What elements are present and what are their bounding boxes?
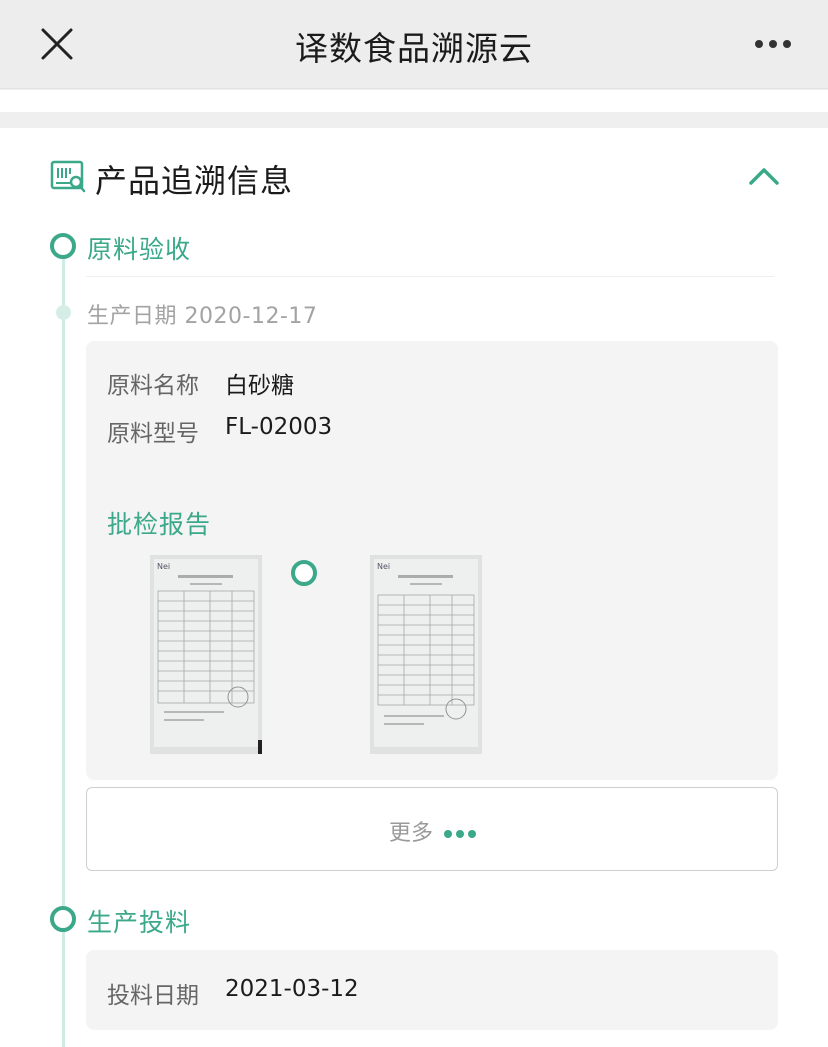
more-label: 更多: [389, 821, 434, 846]
material-name-value: 白砂糖: [225, 373, 294, 399]
more-button[interactable]: 更多: [86, 787, 778, 871]
stage-title-receiving: 原料验收: [87, 235, 192, 264]
image-loading-indicator: [291, 560, 317, 586]
barcode-search-icon: [50, 160, 86, 194]
top-nav-bar: 译数食品溯源云: [0, 0, 828, 89]
material-model-value: FL-02003: [225, 414, 333, 440]
feeding-date-label: 投料日期: [107, 983, 199, 1009]
more-dots-icon: [444, 823, 480, 842]
section-title: 产品追溯信息: [95, 162, 294, 200]
report-image-2[interactable]: Nei: [370, 555, 482, 754]
timeline-node-feeding: [50, 906, 76, 932]
report-image-1[interactable]: Nei: [150, 555, 262, 754]
report-title: 批检报告: [107, 510, 212, 539]
more-horizontal-icon[interactable]: [752, 36, 794, 52]
svg-text:Nei: Nei: [377, 562, 390, 571]
chevron-up-icon[interactable]: [748, 164, 780, 188]
production-date-value: 2020-12-17: [184, 304, 318, 329]
page-title: 译数食品溯源云: [295, 29, 533, 68]
feeding-date-value: 2021-03-12: [225, 976, 359, 1002]
production-date-label: 生产日期: [87, 304, 178, 329]
svg-text:Nei: Nei: [157, 562, 170, 571]
timeline-subnode: [56, 305, 71, 320]
material-model-label: 原料型号: [107, 421, 199, 447]
material-name-label: 原料名称: [107, 373, 199, 399]
timeline-node-receiving: [50, 233, 76, 259]
divider: [86, 276, 774, 277]
top-strip: [0, 90, 828, 112]
section-header[interactable]: 产品追溯信息: [0, 150, 828, 206]
stage-title-feeding: 生产投料: [87, 908, 192, 937]
production-date: 生产日期 2020-12-17: [87, 298, 317, 330]
